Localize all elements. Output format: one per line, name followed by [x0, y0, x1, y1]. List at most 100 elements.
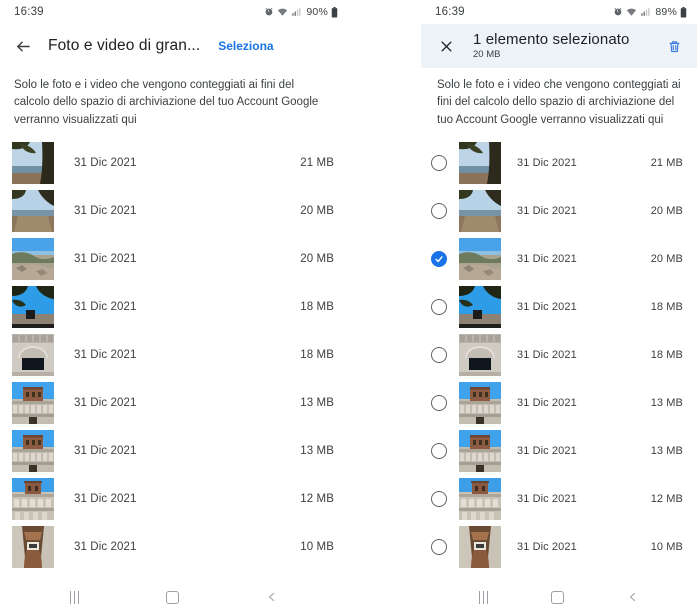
media-thumbnail[interactable] [459, 286, 501, 329]
media-list-item[interactable]: 31 Dic 2021 18 MB [0, 331, 348, 379]
battery-icon [331, 6, 338, 18]
media-thumbnail[interactable] [12, 478, 54, 521]
media-date: 31 Dic 2021 [74, 445, 137, 458]
signal-icon [291, 7, 302, 17]
media-list-item[interactable]: 31 Dic 2021 13 MB [0, 379, 348, 427]
checkbox-checked-icon[interactable] [431, 251, 447, 268]
media-list-item[interactable]: 31 Dic 2021 21 MB [421, 139, 697, 187]
media-thumbnail[interactable] [459, 430, 501, 473]
checkbox-unchecked-icon[interactable] [431, 203, 447, 220]
media-size: 13 MB [300, 397, 334, 410]
media-thumbnail[interactable] [459, 238, 501, 281]
wifi-icon [626, 7, 637, 17]
media-size: 20 MB [300, 205, 334, 218]
page-title: Foto e video di gran... [48, 37, 201, 54]
selection-count-title: 1 elemento selezionato [473, 30, 630, 48]
recents-icon[interactable] [69, 590, 80, 604]
media-list-item[interactable]: 31 Dic 2021 10 MB [421, 523, 697, 571]
media-date: 31 Dic 2021 [74, 349, 137, 362]
media-date: 31 Dic 2021 [74, 157, 137, 170]
media-thumbnail[interactable] [12, 334, 54, 377]
media-size: 18 MB [300, 301, 334, 314]
media-list-item[interactable]: 31 Dic 2021 20 MB [421, 187, 697, 235]
media-thumbnail[interactable] [459, 190, 501, 233]
media-thumbnail[interactable] [459, 334, 501, 377]
media-date: 31 Dic 2021 [517, 205, 577, 218]
media-list-item[interactable]: 31 Dic 2021 13 MB [0, 427, 348, 475]
media-size: 21 MB [650, 157, 683, 170]
media-list-item[interactable]: 31 Dic 2021 20 MB [0, 187, 348, 235]
status-clock: 16:39 [14, 6, 44, 18]
home-icon[interactable] [166, 590, 180, 604]
select-button[interactable]: Seleziona [218, 39, 273, 53]
media-thumbnail[interactable] [12, 286, 54, 329]
media-list-item[interactable]: 31 Dic 2021 21 MB [0, 139, 348, 187]
checkbox-unchecked-icon[interactable] [431, 299, 447, 316]
delete-icon[interactable] [661, 33, 687, 59]
media-list-item[interactable]: 31 Dic 2021 18 MB [421, 283, 697, 331]
checkbox-unchecked-icon[interactable] [431, 491, 447, 508]
battery-icon [680, 6, 687, 18]
media-date: 31 Dic 2021 [517, 445, 577, 458]
media-date: 31 Dic 2021 [74, 253, 137, 266]
media-list-item[interactable]: 31 Dic 2021 12 MB [421, 475, 697, 523]
media-thumbnail[interactable] [12, 238, 54, 281]
media-thumbnail[interactable] [12, 382, 54, 425]
media-thumbnail[interactable] [12, 190, 54, 233]
media-list-item[interactable]: 31 Dic 2021 10 MB [0, 523, 348, 571]
description-text: Solo le foto e i video che vengono conte… [437, 79, 681, 126]
media-list-item[interactable]: 31 Dic 2021 18 MB [421, 331, 697, 379]
media-thumbnail[interactable] [459, 382, 501, 425]
media-date: 31 Dic 2021 [517, 349, 577, 362]
media-date: 31 Dic 2021 [517, 493, 577, 506]
media-list-item[interactable]: 31 Dic 2021 20 MB [421, 235, 697, 283]
back-icon[interactable] [266, 590, 278, 604]
media-size: 13 MB [300, 445, 334, 458]
media-size: 12 MB [650, 493, 683, 506]
media-size: 20 MB [650, 253, 683, 266]
media-thumbnail[interactable] [12, 142, 54, 185]
status-bar: 16:39 90% [0, 0, 348, 24]
right-phone-screen: 16:39 89% 1 elemento selezionato 20 MB S… [421, 0, 697, 614]
media-size: 18 MB [650, 301, 683, 314]
media-list-item[interactable]: 31 Dic 2021 18 MB [0, 283, 348, 331]
media-list-item[interactable]: 31 Dic 2021 13 MB [421, 427, 697, 475]
media-size: 10 MB [650, 541, 683, 554]
dual-screenshot: 16:39 90% Foto e video di gran... Selezi… [0, 0, 697, 614]
alarm-icon [264, 7, 274, 17]
media-thumbnail[interactable] [12, 526, 54, 569]
media-size: 12 MB [300, 493, 334, 506]
media-date: 31 Dic 2021 [74, 301, 137, 314]
close-icon[interactable] [433, 33, 459, 59]
media-date: 31 Dic 2021 [517, 157, 577, 170]
media-size: 20 MB [300, 253, 334, 266]
back-icon[interactable] [627, 590, 639, 604]
home-icon[interactable] [551, 590, 565, 604]
media-date: 31 Dic 2021 [74, 397, 137, 410]
media-list[interactable]: 31 Dic 2021 21 MB 31 Dic 2021 20 MB 31 Dic 2… [421, 139, 697, 571]
checkbox-unchecked-icon[interactable] [431, 539, 447, 556]
back-arrow-icon[interactable] [10, 33, 36, 59]
checkbox-unchecked-icon[interactable] [431, 443, 447, 460]
media-thumbnail[interactable] [12, 430, 54, 473]
media-thumbnail[interactable] [459, 478, 501, 521]
media-list-item[interactable]: 31 Dic 2021 13 MB [421, 379, 697, 427]
media-list[interactable]: 31 Dic 2021 21 MB 31 Dic 2021 20 MB 31 Dic 2… [0, 139, 348, 571]
checkbox-unchecked-icon[interactable] [431, 395, 447, 412]
checkbox-unchecked-icon[interactable] [431, 155, 447, 172]
media-date: 31 Dic 2021 [517, 541, 577, 554]
recents-icon[interactable] [478, 590, 489, 604]
system-nav-bar [421, 580, 697, 614]
media-date: 31 Dic 2021 [74, 541, 137, 554]
media-date: 31 Dic 2021 [74, 205, 137, 218]
media-list-item[interactable]: 31 Dic 2021 20 MB [0, 235, 348, 283]
media-list-item[interactable]: 31 Dic 2021 12 MB [0, 475, 348, 523]
checkbox-unchecked-icon[interactable] [431, 347, 447, 364]
selection-action-bar: 1 elemento selezionato 20 MB [421, 24, 697, 68]
media-thumbnail[interactable] [459, 142, 501, 185]
wifi-icon [277, 7, 288, 17]
media-size: 20 MB [650, 205, 683, 218]
media-date: 31 Dic 2021 [74, 493, 137, 506]
media-thumbnail[interactable] [459, 526, 501, 569]
media-size: 13 MB [650, 397, 683, 410]
